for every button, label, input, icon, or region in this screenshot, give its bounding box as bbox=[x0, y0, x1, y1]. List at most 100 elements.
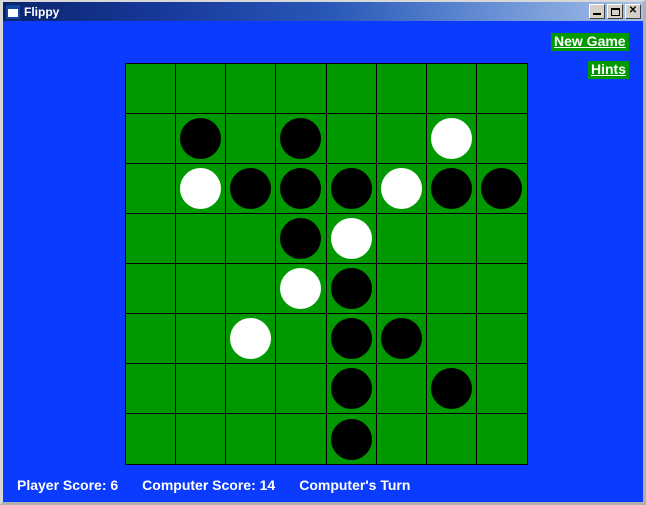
board-cell[interactable] bbox=[426, 114, 477, 164]
board-cell[interactable] bbox=[126, 164, 177, 214]
black-disc bbox=[280, 218, 322, 259]
new-game-button[interactable]: New Game bbox=[551, 33, 629, 51]
board-cell[interactable] bbox=[176, 164, 227, 214]
board-cell[interactable] bbox=[176, 64, 227, 114]
board-cell[interactable] bbox=[276, 114, 327, 164]
board-cell[interactable] bbox=[476, 364, 527, 414]
player-score: Player Score: 6 bbox=[17, 477, 119, 493]
board-cell[interactable] bbox=[426, 164, 477, 214]
board-cell[interactable] bbox=[226, 314, 277, 364]
black-disc bbox=[330, 318, 372, 359]
board-cell[interactable] bbox=[176, 314, 227, 364]
board-cell[interactable] bbox=[126, 314, 177, 364]
black-disc bbox=[380, 318, 422, 359]
board-cell[interactable] bbox=[226, 264, 277, 314]
board-cell[interactable] bbox=[476, 264, 527, 314]
black-disc bbox=[180, 118, 222, 159]
board-cell[interactable] bbox=[376, 64, 427, 114]
black-disc bbox=[430, 368, 472, 409]
white-disc bbox=[280, 268, 322, 309]
minimize-icon bbox=[593, 13, 601, 15]
board-cell[interactable] bbox=[377, 414, 427, 464]
close-button[interactable]: ✕ bbox=[625, 4, 641, 19]
maximize-button[interactable] bbox=[607, 4, 623, 19]
board-cell[interactable] bbox=[176, 364, 227, 414]
board-cell[interactable] bbox=[276, 314, 327, 364]
board-cell[interactable] bbox=[426, 264, 477, 314]
white-disc bbox=[380, 168, 422, 209]
title-bar-buttons: ✕ bbox=[589, 4, 641, 19]
board-cell[interactable] bbox=[126, 214, 177, 264]
minimize-button[interactable] bbox=[589, 4, 605, 19]
board-cell[interactable] bbox=[327, 414, 377, 464]
board-cell[interactable] bbox=[376, 314, 427, 364]
board-cell[interactable] bbox=[376, 114, 427, 164]
black-disc bbox=[330, 268, 372, 309]
white-disc bbox=[180, 168, 222, 209]
board-cell[interactable] bbox=[376, 364, 427, 414]
window-title: Flippy bbox=[24, 4, 60, 19]
board-cell[interactable] bbox=[276, 264, 327, 314]
board-cell[interactable] bbox=[376, 214, 427, 264]
board-cell[interactable] bbox=[126, 364, 177, 414]
black-disc bbox=[330, 368, 372, 409]
board-cell[interactable] bbox=[276, 364, 327, 414]
board-cell[interactable] bbox=[276, 414, 327, 464]
board-cell[interactable] bbox=[426, 64, 477, 114]
white-disc bbox=[330, 218, 372, 259]
board-cell[interactable] bbox=[476, 314, 527, 364]
board-cell[interactable] bbox=[326, 314, 377, 364]
board-cell[interactable] bbox=[276, 214, 327, 264]
close-icon: ✕ bbox=[628, 5, 638, 16]
board-cell[interactable] bbox=[176, 414, 227, 464]
computer-score: Computer Score: 14 bbox=[142, 477, 276, 493]
board-cell[interactable] bbox=[376, 264, 427, 314]
board-cell[interactable] bbox=[226, 164, 277, 214]
status-bar: Player Score: 6 Computer Score: 14 Compu… bbox=[3, 468, 643, 502]
board-cell[interactable] bbox=[226, 414, 277, 464]
board-cell[interactable] bbox=[326, 64, 377, 114]
black-disc bbox=[330, 418, 372, 460]
board-cell[interactable] bbox=[476, 114, 527, 164]
board-cell[interactable] bbox=[476, 164, 527, 214]
title-bar[interactable]: Flippy ✕ bbox=[3, 2, 643, 21]
board-cell[interactable] bbox=[126, 64, 177, 114]
board-cell[interactable] bbox=[426, 364, 477, 414]
black-disc bbox=[230, 168, 272, 209]
black-disc bbox=[330, 168, 372, 209]
board-cell[interactable] bbox=[226, 114, 277, 164]
window-icon bbox=[6, 4, 20, 19]
board-cell[interactable] bbox=[476, 64, 527, 114]
board-cell[interactable] bbox=[326, 264, 377, 314]
board-cell[interactable] bbox=[226, 64, 277, 114]
game-board[interactable] bbox=[125, 63, 528, 465]
board-cell[interactable] bbox=[176, 114, 227, 164]
board-cell[interactable] bbox=[226, 214, 277, 264]
black-disc bbox=[430, 168, 472, 209]
board-cell[interactable] bbox=[477, 414, 527, 464]
board-cell[interactable] bbox=[427, 414, 477, 464]
board-cell[interactable] bbox=[176, 214, 227, 264]
board-cell[interactable] bbox=[326, 114, 377, 164]
board-cell[interactable] bbox=[126, 264, 177, 314]
board-cell[interactable] bbox=[326, 164, 377, 214]
white-disc bbox=[230, 318, 272, 359]
board-cell[interactable] bbox=[426, 314, 477, 364]
black-disc bbox=[280, 118, 322, 159]
title-bar-left: Flippy bbox=[6, 4, 589, 19]
black-disc bbox=[280, 168, 322, 209]
hints-button[interactable]: Hints bbox=[588, 61, 629, 79]
board-cell[interactable] bbox=[376, 164, 427, 214]
app-window: Flippy ✕ New Game Hints Player Score: 6 … bbox=[0, 0, 646, 505]
board-cell[interactable] bbox=[126, 114, 177, 164]
board-cell[interactable] bbox=[426, 214, 477, 264]
board-cell[interactable] bbox=[326, 214, 377, 264]
board-cell[interactable] bbox=[126, 414, 177, 464]
board-cell[interactable] bbox=[176, 264, 227, 314]
board-cell[interactable] bbox=[276, 64, 327, 114]
board-cell[interactable] bbox=[476, 214, 527, 264]
board-cell[interactable] bbox=[226, 364, 277, 414]
board-cell[interactable] bbox=[276, 164, 327, 214]
board-cell[interactable] bbox=[326, 364, 377, 414]
black-disc bbox=[481, 168, 523, 209]
